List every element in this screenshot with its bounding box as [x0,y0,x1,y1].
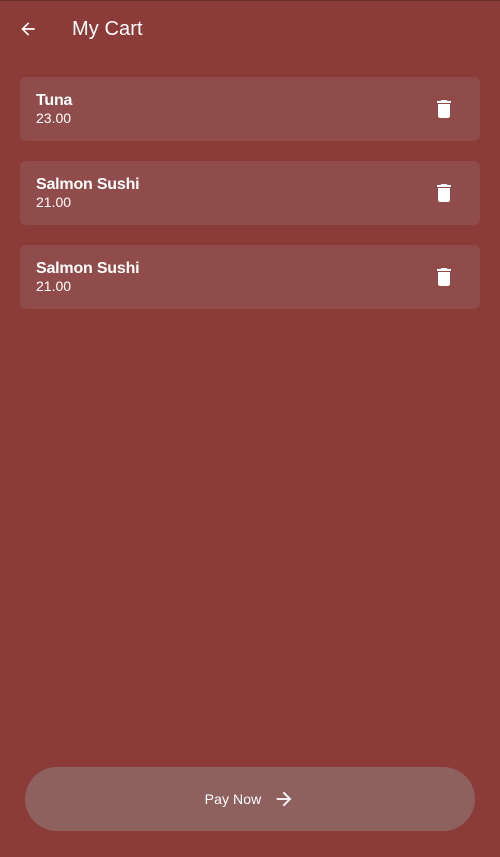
cart-item: Salmon Sushi 21.00 [20,245,480,309]
delete-item-button[interactable] [432,97,456,121]
cart-list: Tuna 23.00 Salmon Sushi 21.00 Salmon Sus… [20,77,480,329]
pay-now-label: Pay Now [204,791,262,807]
delete-item-button[interactable] [432,181,456,205]
cart-item-name: Salmon Sushi [36,260,140,277]
cart-item-price: 23.00 [36,110,72,126]
delete-item-button[interactable] [432,265,456,289]
app-bar: My Cart [0,1,500,57]
cart-item-text: Salmon Sushi 21.00 [36,176,140,210]
trash-icon [437,100,451,118]
cart-item-price: 21.00 [36,194,72,210]
back-button[interactable] [16,17,40,41]
pay-now-button[interactable]: Pay Now [25,767,475,831]
cart-item: Salmon Sushi 21.00 [20,161,480,225]
cart-item-text: Salmon Sushi 21.00 [36,260,140,294]
cart-item: Tuna 23.00 [20,77,480,141]
cart-item-name: Tuna [36,92,73,109]
cart-item-text: Tuna 23.00 [36,92,72,126]
page-title: My Cart [72,17,143,40]
arrow-back-icon [21,22,35,36]
trash-icon [437,268,451,286]
arrow-forward-icon [273,788,295,810]
cart-item-name: Salmon Sushi [36,176,140,193]
trash-icon [437,184,451,202]
cart-item-price: 21.00 [36,278,72,294]
